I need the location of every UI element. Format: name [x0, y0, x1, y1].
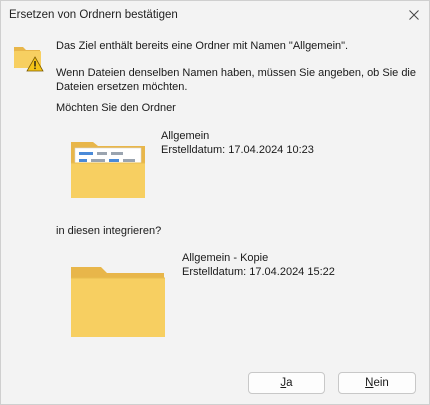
folder-warning-icon — [14, 47, 44, 72]
close-button[interactable] — [403, 4, 425, 26]
target-folder-created: Erstelldatum: 17.04.2024 15:22 — [182, 266, 335, 278]
detail-message-line-1: Wenn Dateien denselben Namen haben, müss… — [56, 67, 416, 79]
yes-button-label: a — [286, 377, 293, 389]
main-message: Das Ziel enthält bereits eine Ordner mit… — [56, 40, 349, 52]
target-folder-info: Allgemein - Kopie Erstelldatum: 17.04.20… — [182, 251, 335, 279]
target-folder-name: Allgemein - Kopie — [182, 252, 269, 264]
window-title: Ersetzen von Ordnern bestätigen — [9, 9, 178, 21]
no-button[interactable]: Nein — [338, 372, 416, 394]
dialog-content: Das Ziel enthält bereits eine Ordner mit… — [1, 29, 429, 404]
confirm-folder-replace-dialog: Ersetzen von Ordnern bestätigen Das Ziel… — [0, 0, 430, 405]
no-button-label: ein — [373, 377, 389, 389]
merge-question-text: in diesen integrieren? — [56, 225, 162, 237]
close-icon — [409, 10, 419, 20]
source-folder-name: Allgemein — [161, 130, 210, 142]
question-text: Möchten Sie den Ordner — [56, 102, 176, 114]
folder-with-files-icon — [71, 142, 145, 198]
source-folder-created: Erstelldatum: 17.04.2024 10:23 — [161, 144, 314, 156]
title-bar[interactable]: Ersetzen von Ordnern bestätigen — [1, 1, 429, 29]
yes-button[interactable]: Ja — [248, 372, 325, 394]
detail-message-line-2: Dateien ersetzen möchten. — [56, 81, 188, 93]
empty-folder-icon — [71, 267, 165, 337]
detail-message: Wenn Dateien denselben Namen haben, müss… — [56, 66, 416, 94]
no-button-mnemonic: N — [365, 377, 374, 389]
source-folder-info: Allgemein Erstelldatum: 17.04.2024 10:23 — [161, 129, 314, 157]
